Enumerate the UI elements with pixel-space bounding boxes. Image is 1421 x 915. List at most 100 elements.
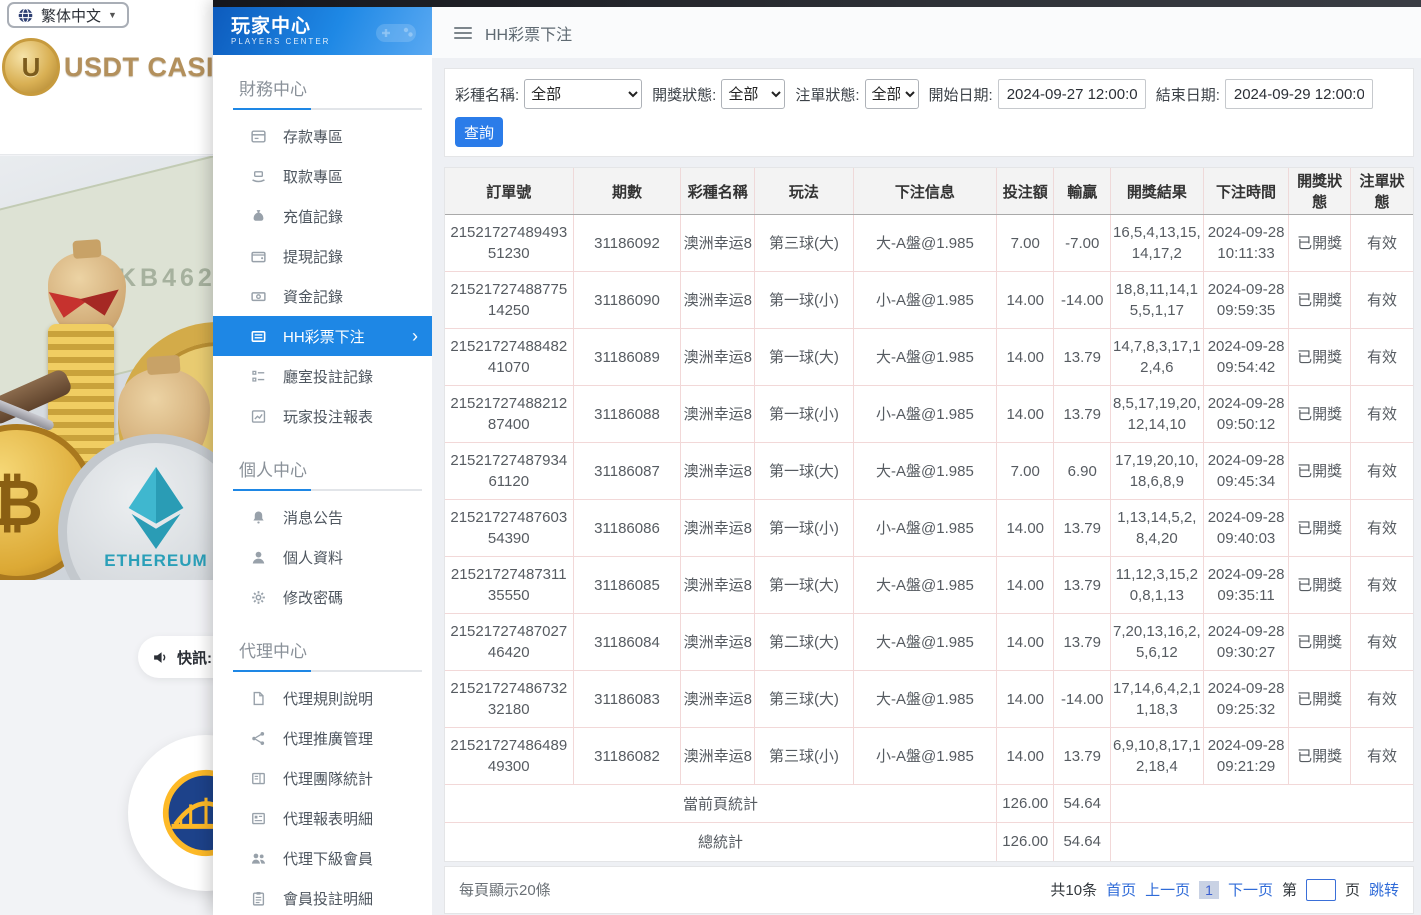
cell-draw-status: 已開獎: [1289, 329, 1351, 386]
sidebar-item[interactable]: 代理推廣管理: [213, 718, 432, 758]
bridge-logo-icon: [160, 767, 213, 859]
cell-bet-time: 2024-09-28 09:21:29: [1203, 728, 1289, 785]
cell-lottery-name: 澳洲幸运8: [681, 614, 755, 671]
grand-total-label: 總統計: [445, 823, 997, 861]
table-header-row: 訂單號期數彩種名稱玩法下注信息投注額輸贏開獎結果下注時間開獎狀態注單狀態: [445, 168, 1413, 215]
cell-bet-info: 小-A盤@1.985: [853, 500, 996, 557]
cell-order-no: 2152172748949351230: [445, 215, 573, 272]
sidebar-item[interactable]: 廳室投註記錄: [213, 356, 432, 396]
share-icon: [250, 730, 267, 747]
cell-order-status: 有效: [1350, 500, 1413, 557]
cell-play-type: 第一球(小): [755, 500, 854, 557]
cell-lottery-name: 澳洲幸运8: [681, 215, 755, 272]
document-icon: [250, 690, 267, 707]
query-button[interactable]: 查詢: [455, 117, 503, 147]
sidebar-item[interactable]: 消息公告: [213, 497, 432, 537]
sidebar-item[interactable]: 存款專區: [213, 116, 432, 156]
sidebar-item[interactable]: 玩家投注報表: [213, 396, 432, 436]
total-count-label: 共10条: [1050, 879, 1097, 900]
table-row: 215217274873113555031186085澳洲幸运8第一球(大)大-…: [445, 557, 1413, 614]
cell-draw-status: 已開獎: [1289, 557, 1351, 614]
start-date-label: 開始日期:: [929, 84, 993, 105]
cell-bet-time: 2024-09-28 09:40:03: [1203, 500, 1289, 557]
cell-win-loss: 13.79: [1054, 557, 1110, 614]
team-stats-icon: [250, 770, 267, 787]
jump-button[interactable]: 跳转: [1369, 879, 1399, 900]
sidebar-item[interactable]: 取款專區: [213, 156, 432, 196]
sidebar-item[interactable]: 代理報表明細: [213, 798, 432, 838]
table-row: 215217274870274642031186084澳洲幸运8第二球(大)大-…: [445, 614, 1413, 671]
page-size-label: 每頁顯示20條: [459, 879, 551, 900]
first-page-link[interactable]: 首页: [1106, 879, 1136, 900]
sidebar-item[interactable]: 會員投註明細: [213, 878, 432, 915]
cell-draw-result: 11,12,3,15,20,8,1,13: [1110, 557, 1203, 614]
sidebar-item-label: 取款專區: [283, 166, 343, 187]
sidebar-item[interactable]: 充值記錄: [213, 196, 432, 236]
cell-order-status: 有效: [1350, 386, 1413, 443]
cell-bet-info: 大-A盤@1.985: [853, 614, 996, 671]
cell-bet-info: 大-A盤@1.985: [853, 329, 996, 386]
wallet-icon: [250, 248, 267, 265]
grand-total-bet: 126.00: [997, 823, 1054, 861]
sidebar-item[interactable]: HH彩票下注›: [213, 316, 432, 356]
order-status-select[interactable]: 全部: [865, 79, 919, 109]
prev-page-link[interactable]: 上一页: [1145, 879, 1190, 900]
cell-draw-result: 14,7,8,3,17,12,4,6: [1110, 329, 1203, 386]
lottery-name-label: 彩種名稱:: [455, 84, 519, 105]
column-header-bet-time: 下注時間: [1203, 168, 1289, 215]
site-top-bar: 繁体中文 ▼ U USDT CASINO: [0, 0, 213, 155]
sidebar-item[interactable]: 代理下級會員: [213, 838, 432, 878]
lottery-name-select[interactable]: 全部: [524, 79, 642, 109]
sidebar-item-label: HH彩票下注: [283, 326, 365, 347]
withdraw-hand-icon: [250, 168, 267, 185]
menu-toggle-icon[interactable]: [454, 27, 472, 39]
person-icon: [250, 549, 267, 566]
pagination-bar: 每頁顯示20條 共10条 首页 上一页 1 下一页 第 页 跳转: [444, 866, 1414, 914]
start-date-input[interactable]: [998, 79, 1146, 109]
cell-bet-info: 大-A盤@1.985: [853, 443, 996, 500]
sidebar-item[interactable]: 個人資料: [213, 537, 432, 577]
cell-win-loss: 13.79: [1054, 728, 1110, 785]
page-number-input[interactable]: [1306, 879, 1336, 901]
table-row: 215217274867323218031186083澳洲幸运8第三球(大)大-…: [445, 671, 1413, 728]
cell-period: 31186082: [573, 728, 681, 785]
cell-bet-amount: 14.00: [997, 557, 1054, 614]
sidebar-item[interactable]: 修改密碼: [213, 577, 432, 617]
sidebar-item-label: 充值記錄: [283, 206, 343, 227]
cell-play-type: 第一球(小): [755, 386, 854, 443]
sidebar-item[interactable]: 提現記錄: [213, 236, 432, 276]
cell-order-no: 2152172748821287400: [445, 386, 573, 443]
cell-draw-status: 已開獎: [1289, 671, 1351, 728]
cell-bet-info: 小-A盤@1.985: [853, 272, 996, 329]
members-icon: [250, 850, 267, 867]
cell-bet-amount: 14.00: [997, 272, 1054, 329]
cell-play-type: 第三球(小): [755, 728, 854, 785]
cell-draw-result: 18,8,11,14,15,5,1,17: [1110, 272, 1203, 329]
cell-bet-amount: 14.00: [997, 329, 1054, 386]
report-detail-icon: [250, 810, 267, 827]
promo-banner: KB46279 ₿ ETHEREUM: [0, 156, 213, 580]
next-page-link[interactable]: 下一页: [1228, 879, 1273, 900]
cell-draw-status: 已開獎: [1289, 272, 1351, 329]
sidebar-item-label: 會員投註明細: [283, 888, 373, 909]
cell-play-type: 第三球(大): [755, 215, 854, 272]
cell-bet-amount: 7.00: [997, 443, 1054, 500]
cell-win-loss: -14.00: [1054, 272, 1110, 329]
sidebar-item-label: 代理下級會員: [283, 848, 373, 869]
cell-order-status: 有效: [1350, 728, 1413, 785]
cell-period: 31186083: [573, 671, 681, 728]
end-date-input[interactable]: [1225, 79, 1373, 109]
draw-status-select[interactable]: 全部: [721, 79, 785, 109]
cell-win-loss: 13.79: [1054, 386, 1110, 443]
cell-period: 31186084: [573, 614, 681, 671]
end-date-label: 結束日期:: [1156, 84, 1220, 105]
site-logo[interactable]: U USDT CASINO: [2, 38, 213, 96]
sidebar-item-label: 玩家投注報表: [283, 406, 373, 427]
sidebar-item[interactable]: 代理團隊統計: [213, 758, 432, 798]
column-header-lottery-name: 彩種名稱: [681, 168, 755, 215]
sidebar-item[interactable]: 代理規則說明: [213, 678, 432, 718]
sidebar-item-label: 消息公告: [283, 507, 343, 528]
sidebar-item-label: 代理推廣管理: [283, 728, 373, 749]
sidebar-item[interactable]: 資金記錄: [213, 276, 432, 316]
language-selector[interactable]: 繁体中文 ▼: [7, 2, 129, 28]
